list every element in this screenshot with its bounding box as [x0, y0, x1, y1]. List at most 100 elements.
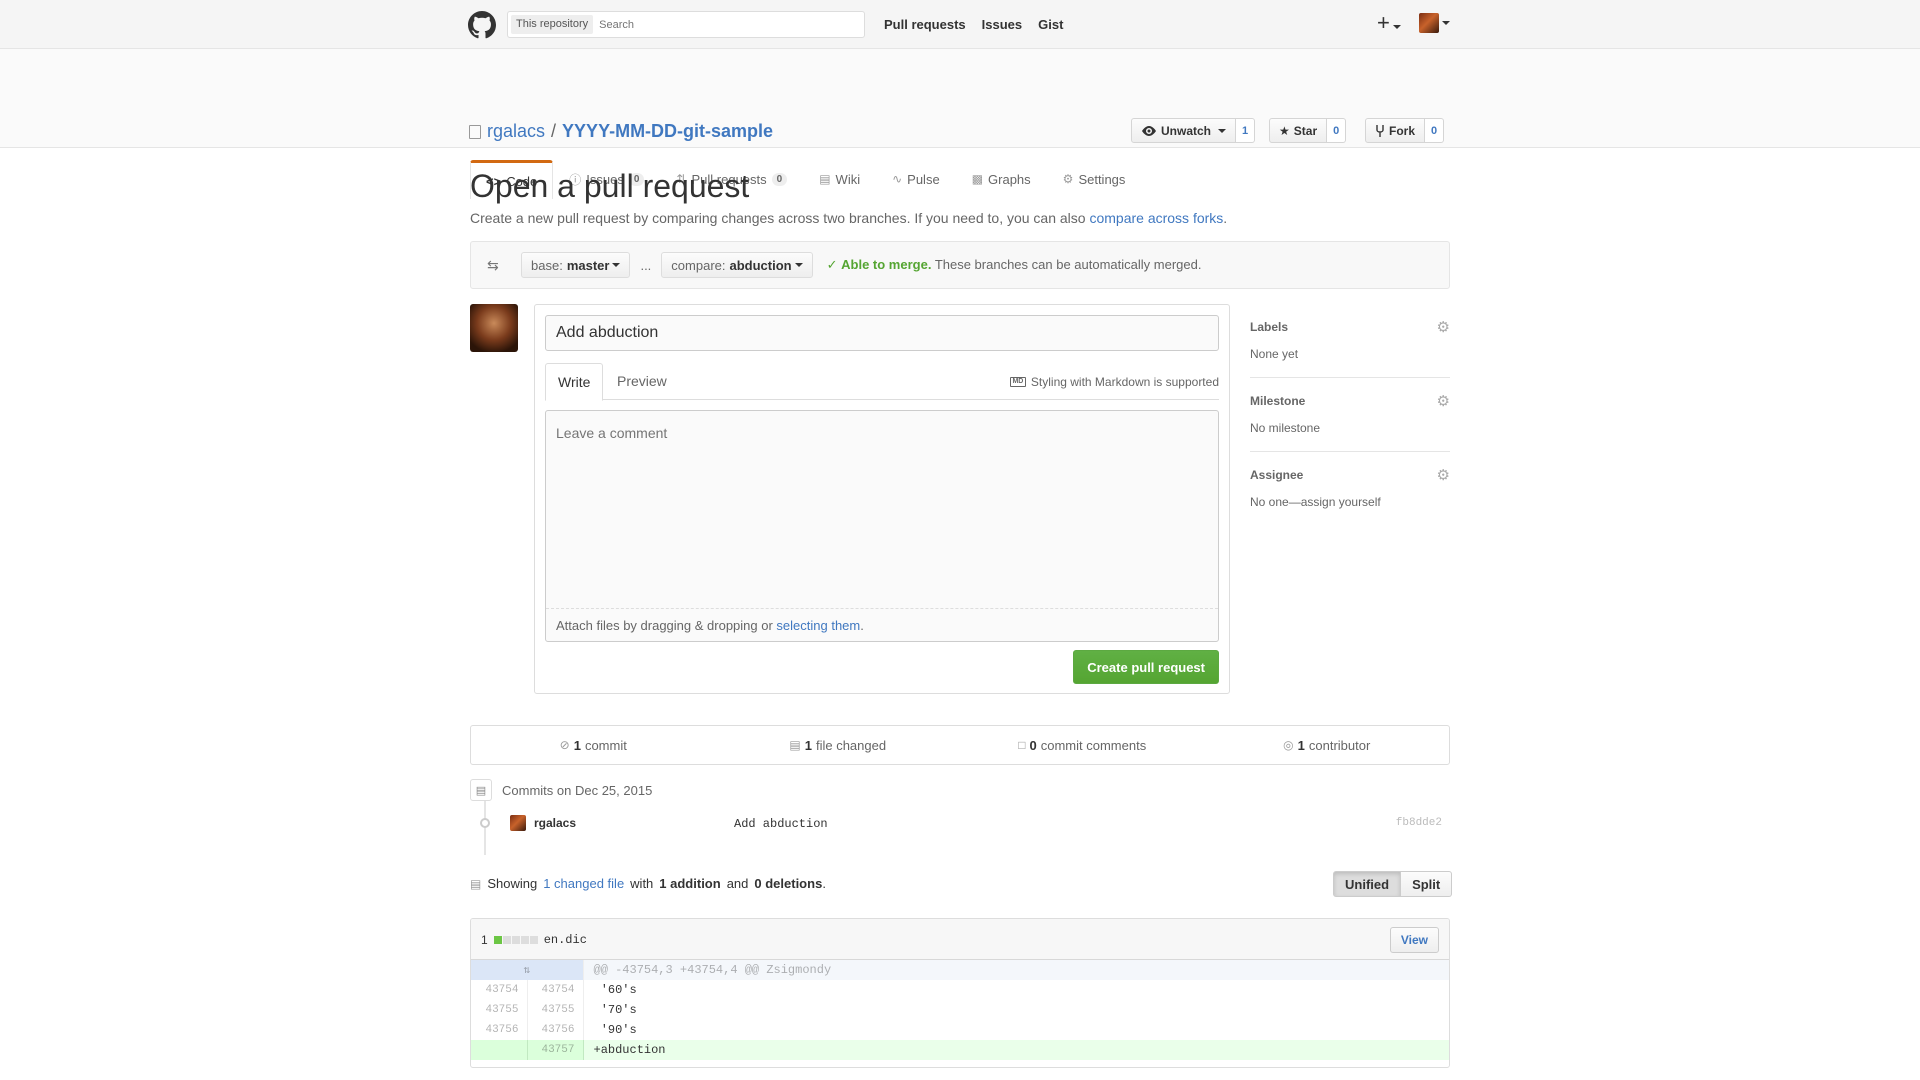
- view-file-button[interactable]: View: [1389, 927, 1439, 953]
- caret-down-icon: [612, 263, 621, 267]
- changed-files-link[interactable]: 1 changed file: [543, 876, 624, 891]
- tab-settings[interactable]: ⚙ Settings: [1047, 160, 1142, 197]
- create-new-button[interactable]: +: [1377, 12, 1401, 34]
- compare-branch-select[interactable]: compare: abduction: [661, 252, 813, 278]
- files-count: 1: [804, 737, 812, 753]
- pulse-icon: ∿: [892, 172, 903, 186]
- watchers-count[interactable]: 1: [1236, 118, 1256, 143]
- avatar[interactable]: [510, 815, 526, 831]
- base-branch-select[interactable]: base: master: [521, 252, 631, 278]
- select-files-link[interactable]: selecting them: [776, 618, 860, 633]
- line-code: '90's: [593, 1023, 637, 1037]
- labels-value: None yet: [1250, 347, 1299, 361]
- star-label: Star: [1293, 123, 1318, 138]
- repo-name-link[interactable]: YYYY-MM-DD-git-sample: [562, 121, 773, 142]
- summary-commits[interactable]: ⊘ 1 commit: [471, 726, 716, 764]
- milestone-gear-icon[interactable]: ⚙: [1437, 392, 1450, 410]
- compare-across-forks-link[interactable]: compare across forks: [1089, 210, 1223, 226]
- overall-summary: ⊘ 1 commit ▤ 1 file changed □ 0 commit c…: [470, 725, 1450, 765]
- file-header: 1 en.dic View: [471, 919, 1449, 960]
- file-name[interactable]: en.dic: [544, 933, 587, 947]
- user-menu[interactable]: [1418, 13, 1450, 33]
- file-diff-icon: ▤: [470, 876, 482, 891]
- comment-tabs: Write Preview MD Styling with Markdown i…: [545, 363, 1219, 401]
- forks-count[interactable]: 0: [1425, 118, 1445, 143]
- comments-count: 0: [1029, 737, 1037, 753]
- repo-header: rgalacs / YYYY-MM-DD-git-sample Unwatch …: [0, 49, 1920, 199]
- old-line-number[interactable]: 43756: [471, 1020, 528, 1040]
- scoped-search[interactable]: This repository: [507, 11, 865, 38]
- old-line-number[interactable]: 43754: [471, 980, 528, 1000]
- expand-icon[interactable]: ⇅: [471, 960, 584, 980]
- caret-down-icon: [1441, 21, 1450, 25]
- tab-settings-label: Settings: [1078, 171, 1126, 187]
- repo-owner-link[interactable]: rgalacs: [487, 121, 545, 142]
- subtitle-end: .: [1223, 210, 1228, 226]
- tab-graphs-label: Graphs: [988, 171, 1031, 187]
- labels-gear-icon[interactable]: ⚙: [1437, 318, 1450, 336]
- toc-and: and: [726, 876, 749, 891]
- top-nav-issues[interactable]: Issues: [982, 17, 1022, 32]
- site-header: This repository Pull requests Issues Gis…: [0, 0, 1920, 49]
- old-line-number[interactable]: 43755: [471, 1000, 528, 1020]
- avatar: [1418, 13, 1439, 33]
- summary-comments[interactable]: □ 0 commit comments: [960, 726, 1205, 764]
- path-separator: /: [551, 121, 557, 141]
- split-button[interactable]: Split: [1401, 871, 1453, 897]
- toc-showing: Showing: [487, 876, 538, 891]
- fork-button[interactable]: Fork: [1365, 118, 1426, 143]
- tab-preview[interactable]: Preview: [605, 363, 679, 401]
- commit-sha-link[interactable]: fb8dde2: [1396, 817, 1442, 829]
- star-button[interactable]: ★ Star: [1269, 118, 1328, 143]
- assignee-gear-icon[interactable]: ⚙: [1437, 466, 1450, 484]
- diff-table: ⇅ @@ -43754,3 +43754,4 @@ Zsigmondy 4375…: [471, 960, 1449, 1060]
- pr-title-input[interactable]: [545, 315, 1219, 351]
- new-line-number[interactable]: 43757: [527, 1040, 584, 1060]
- diff-line: 43754 43754 '60's: [471, 980, 1449, 1000]
- tab-wiki[interactable]: ▤ Wiki: [803, 160, 876, 197]
- page-title: Open a pull request: [470, 168, 750, 204]
- commit-message-link[interactable]: Add abduction: [734, 817, 828, 831]
- git-commit-icon: [480, 818, 490, 828]
- comment-icon: □: [1018, 738, 1026, 752]
- search-input[interactable]: [599, 18, 864, 31]
- check-icon: ✓: [826, 257, 838, 272]
- unwatch-button[interactable]: Unwatch: [1131, 118, 1237, 143]
- unified-button[interactable]: Unified: [1333, 871, 1402, 897]
- range-editor: ⇆ base: master ... compare: abduction ✓ …: [470, 241, 1450, 289]
- diffstat-number: 1: [481, 933, 488, 947]
- comment-area: Attach files by dragging & dropping or s…: [545, 410, 1219, 642]
- compare-label: compare:: [671, 257, 726, 273]
- create-pull-request-button[interactable]: Create pull request: [1073, 650, 1219, 684]
- compare-value: abduction: [729, 257, 792, 273]
- commits-label: commit: [584, 737, 627, 753]
- new-line-number[interactable]: 43756: [527, 1020, 584, 1040]
- old-line-number[interactable]: [471, 1040, 528, 1060]
- merge-status: ✓ Able to merge. These branches can be a…: [827, 257, 1202, 273]
- line-code: +abduction: [583, 1040, 1449, 1060]
- summary-contributors[interactable]: ◎ 1 contributor: [1205, 726, 1450, 764]
- top-nav-gist[interactable]: Gist: [1038, 17, 1063, 32]
- markdown-help-link[interactable]: MD Styling with Markdown is supported: [1009, 375, 1219, 389]
- files-label: file changed: [815, 737, 887, 753]
- graph-icon: ▩: [971, 172, 984, 186]
- header-actions: +: [1377, 12, 1450, 34]
- contributors-label: contributor: [1308, 737, 1371, 753]
- toc-deletions: 0 deletions: [754, 876, 823, 891]
- tab-graphs[interactable]: ▩ Graphs: [956, 160, 1047, 197]
- stargazers-count[interactable]: 0: [1327, 118, 1347, 143]
- file-diff: 1 en.dic View ⇅ @@ -43754,3 +43754,4 @@ …: [470, 918, 1450, 1068]
- comment-textarea[interactable]: [546, 411, 1218, 609]
- new-line-number[interactable]: 43754: [527, 980, 584, 1000]
- fork-group: Fork 0: [1365, 118, 1445, 143]
- new-line-number[interactable]: 43755: [527, 1000, 584, 1020]
- commit-author-link[interactable]: rgalacs: [534, 816, 576, 830]
- tab-pulse[interactable]: ∿ Pulse: [876, 160, 956, 197]
- top-nav-pull-requests[interactable]: Pull requests: [884, 17, 966, 32]
- tab-write[interactable]: Write: [545, 363, 604, 401]
- github-logo-icon[interactable]: [468, 11, 496, 39]
- assign-yourself-link[interactable]: No one—assign yourself: [1250, 495, 1381, 509]
- summary-files[interactable]: ▤ 1 file changed: [716, 726, 961, 764]
- avatar[interactable]: [470, 304, 518, 352]
- tab-wiki-label: Wiki: [835, 171, 861, 187]
